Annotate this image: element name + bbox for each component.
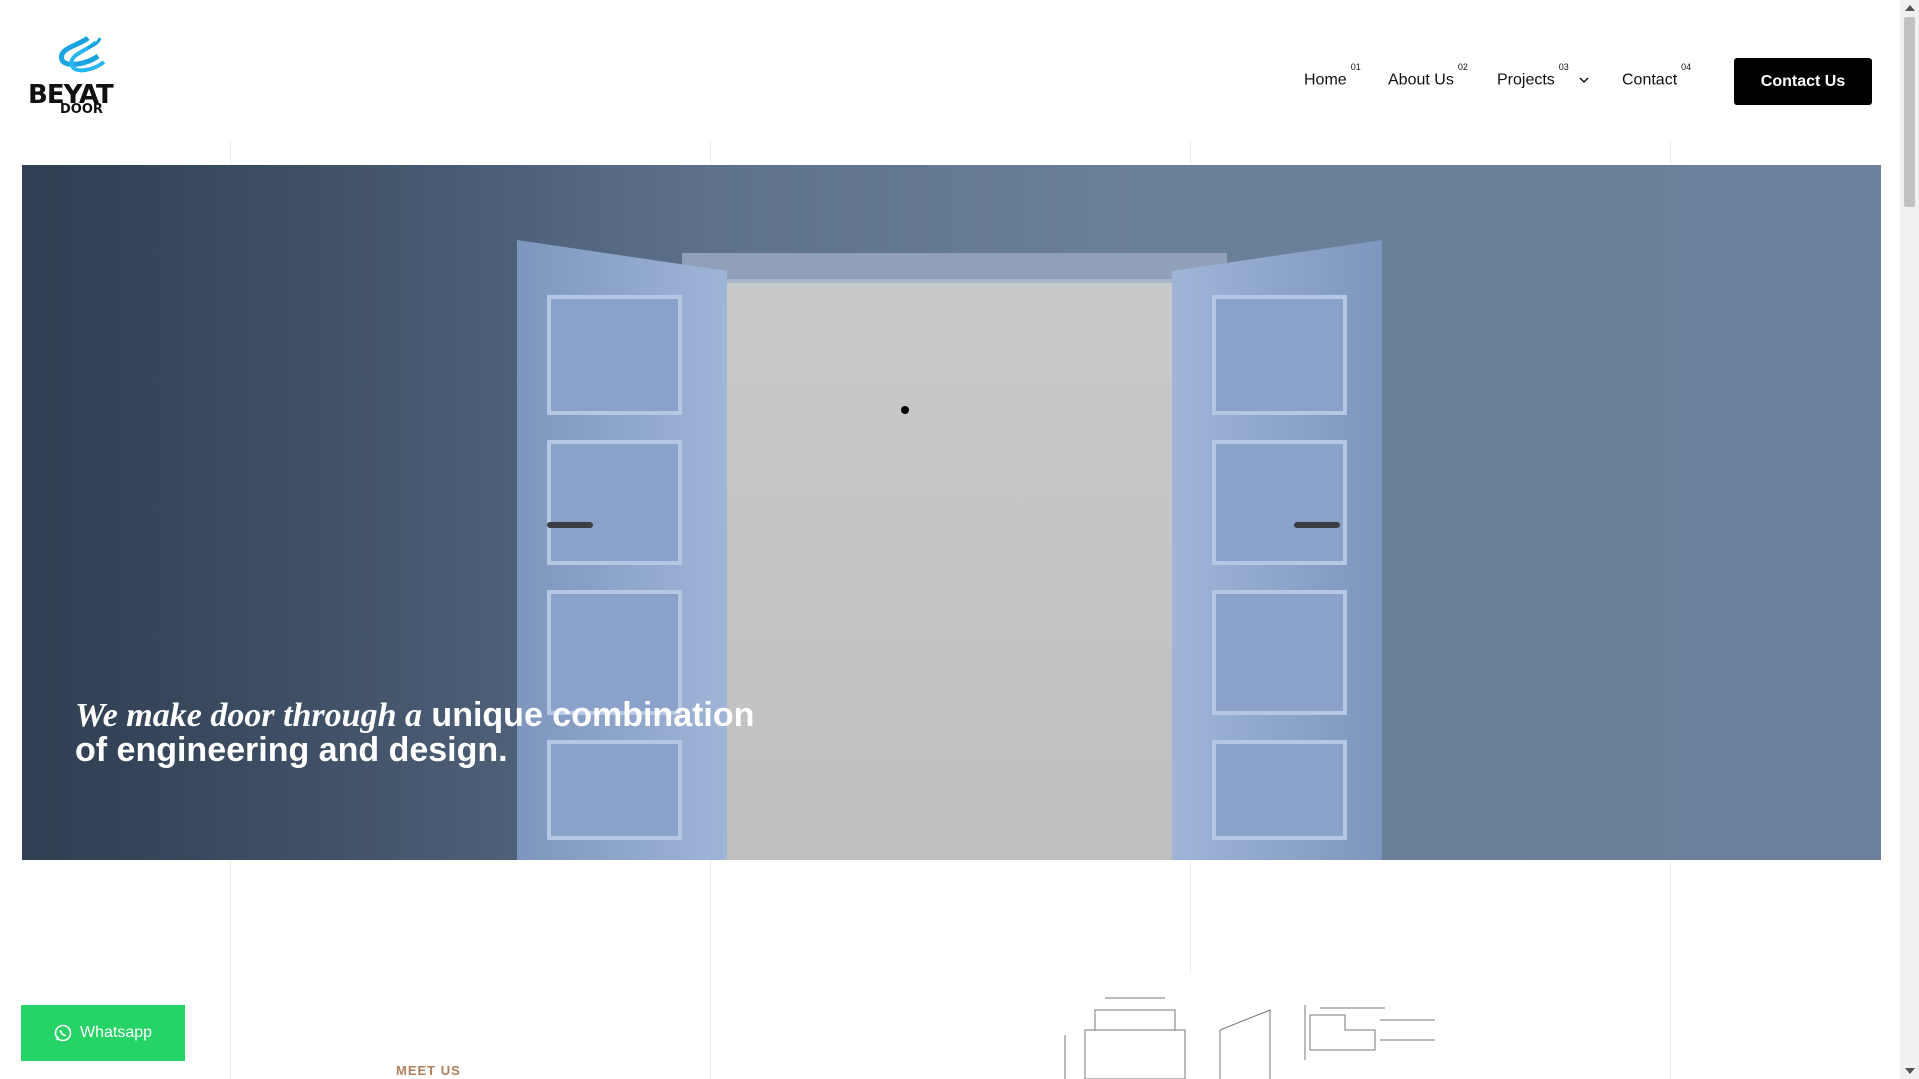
nav-projects-label: Projects	[1497, 71, 1555, 89]
hero-headline-italic: We make door through a	[75, 697, 422, 734]
door-right-image	[1172, 240, 1382, 860]
nav-home[interactable]: Home01	[1304, 62, 1361, 89]
nav-about-number: 02	[1457, 62, 1468, 72]
scroll-thumb[interactable]	[1904, 17, 1915, 207]
door-handle	[547, 522, 593, 528]
whatsapp-button[interactable]: Whatsapp	[21, 1005, 185, 1061]
section-eyebrow: MEET US	[396, 1063, 461, 1078]
site-header: BEYAT DOOR Home01 About Us02 Projects03 …	[0, 0, 1900, 140]
logo[interactable]: BEYAT DOOR	[26, 36, 116, 118]
hero-headline: We make door through a unique combinatio…	[75, 698, 754, 767]
nav-home-label: Home	[1304, 71, 1347, 89]
doorway	[717, 283, 1197, 860]
logo-subtitle: DOOR	[60, 102, 103, 117]
nav-projects[interactable]: Projects03	[1497, 62, 1589, 89]
logo-wave-icon	[59, 36, 106, 73]
door-left-image	[517, 240, 727, 860]
hero-banner: We make door through a unique combinatio…	[22, 165, 1881, 860]
scroll-up-icon[interactable]	[1905, 5, 1915, 11]
cursor-dot	[901, 406, 909, 414]
hero-headline-rest: unique combination	[421, 696, 755, 734]
chevron-down-icon	[1579, 77, 1589, 83]
contact-us-button[interactable]: Contact Us	[1734, 58, 1872, 105]
nav-contact-label: Contact	[1622, 71, 1678, 89]
nav-home-number: 01	[1350, 62, 1361, 72]
whatsapp-label: Whatsapp	[79, 1024, 153, 1041]
technical-drawings-image	[1064, 997, 1435, 1079]
nav-about-label: About Us	[1388, 71, 1454, 89]
whatsapp-icon	[54, 1024, 72, 1042]
nav-contact-number: 04	[1681, 62, 1692, 72]
door-handle	[1294, 522, 1340, 528]
nav-contact[interactable]: Contact04	[1622, 62, 1691, 89]
page-scrollbar[interactable]	[1900, 0, 1919, 1079]
nav-projects-number: 03	[1558, 62, 1569, 72]
nav-about[interactable]: About Us02	[1388, 62, 1468, 89]
hero-headline-line2: of engineering and design.	[75, 731, 508, 769]
door-frame	[682, 253, 1227, 283]
scroll-down-icon[interactable]	[1905, 1068, 1915, 1074]
